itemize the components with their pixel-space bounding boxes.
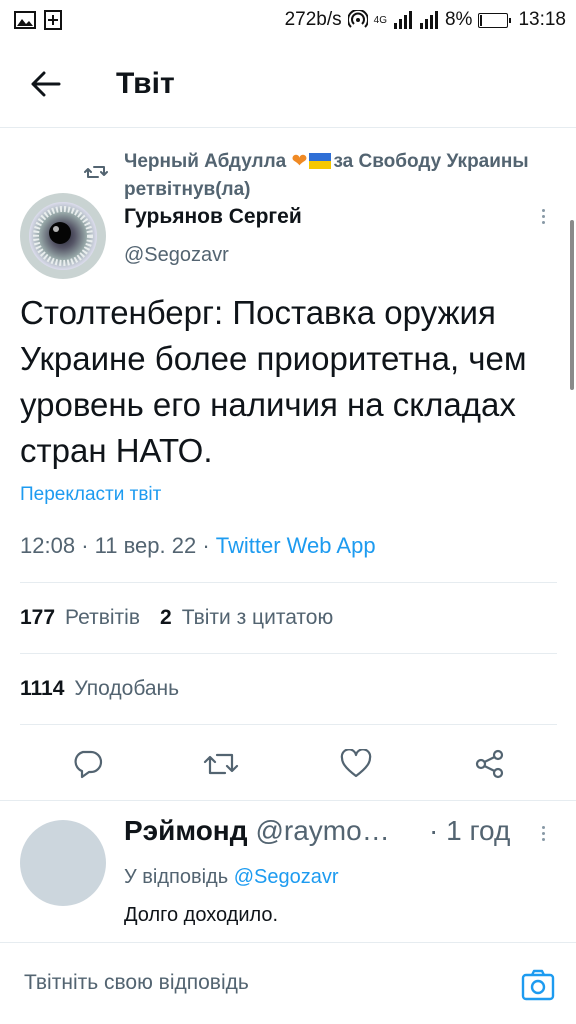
tweet-text: Столтенберг: Поставка оружия Украине бол…: [20, 294, 527, 469]
battery-level: [480, 14, 483, 26]
author-avatar[interactable]: [20, 193, 106, 279]
back-button[interactable]: [22, 60, 70, 108]
reply-to: У відповідь @Segozavr: [124, 866, 338, 889]
divider: [20, 653, 557, 654]
reply-time: · 1 год: [429, 815, 511, 846]
camera-button[interactable]: [520, 967, 556, 1003]
tweet-meta: 12:08 · 11 вер. 22 · Twitter Web App: [20, 533, 376, 559]
reply-to-mention[interactable]: @Segozavr: [234, 866, 339, 888]
tweet-actions: [20, 738, 557, 790]
signal-icon-2: [419, 11, 438, 29]
quotes-label: Твіти з цитатою: [181, 606, 334, 629]
network-type: 4G: [373, 14, 387, 26]
meta-separator: ·: [81, 533, 95, 558]
reply-to-label: У відповідь: [124, 866, 229, 888]
retweet-icon: [204, 753, 239, 775]
retweet-quote-stats: 177 Ретвітів 2 Твіти з цитатою: [20, 606, 333, 630]
reply-input[interactable]: Твітніть свою відповідь: [24, 971, 249, 995]
divider: [20, 582, 557, 583]
status-left: [14, 10, 62, 30]
net-speed: 272b/s: [284, 9, 342, 30]
reply-compose-bar: Твітніть свою відповідь: [0, 942, 576, 1024]
orange-heart-icon: ❤: [291, 151, 308, 172]
retweeted-by: Черный Абдулла ❤ за Свободу Украины ретві…: [84, 148, 564, 204]
retweet-button[interactable]: [196, 739, 246, 789]
retweets-count: 177: [20, 606, 56, 629]
add-notification-icon: [44, 10, 62, 30]
quotes-stat[interactable]: 2 Твіти з цитатою: [160, 606, 333, 630]
reply-text: Долго доходило.: [124, 904, 279, 926]
reply-more-options-icon[interactable]: [538, 826, 548, 841]
reply-icon: [74, 750, 103, 779]
image-notification-icon: [14, 11, 36, 29]
reply-author-name[interactable]: Рэймонд: [124, 815, 247, 847]
clock: 13:18: [518, 9, 566, 30]
likes-count: 1114: [20, 677, 65, 700]
translate-tweet-link[interactable]: Перекласти твіт: [20, 484, 161, 506]
reply-avatar[interactable]: [20, 820, 106, 906]
retweet-text[interactable]: Черный Абдулла ❤ за Свободу Украины ретві…: [124, 148, 529, 204]
likes-stat[interactable]: 1114 Уподобань: [20, 677, 179, 701]
tweet-source-link[interactable]: Twitter Web App: [216, 533, 376, 558]
heart-icon: [340, 749, 371, 778]
status-bar: 272b/s 4G 8% 13:18: [0, 0, 576, 40]
ukraine-flag-icon: [309, 153, 332, 169]
reply-author-handle[interactable]: @raymo…: [255, 815, 389, 847]
retweets-label: Ретвітів: [65, 606, 140, 629]
section-divider: [0, 800, 576, 801]
hotspot-icon: [347, 10, 368, 28]
status-right: 272b/s 4G 8% 13:18: [285, 9, 566, 31]
share-icon: [475, 749, 503, 779]
retweeter-name-suffix: за Свободу Украины: [333, 151, 529, 172]
quotes-count: 2: [160, 606, 172, 629]
more-options-icon[interactable]: [538, 209, 548, 224]
page-title: Твіт: [116, 66, 175, 100]
author-handle[interactable]: @Segozavr: [124, 244, 229, 267]
retweet-icon: [84, 166, 108, 178]
tweet-header: Твіт: [0, 40, 576, 128]
eye-avatar-image: [20, 193, 106, 279]
retweeter-name: Черный Абдулла: [124, 151, 287, 172]
retweet-action: ретвітнув(ла): [124, 179, 251, 200]
likes-stats: 1114 Уподобань: [20, 677, 179, 701]
battery-percent: 8%: [444, 9, 473, 30]
scrollbar[interactable]: [570, 220, 574, 390]
share-button[interactable]: [465, 739, 515, 789]
tweet-date: 11 вер. 22: [94, 533, 197, 558]
arrow-left-icon: [31, 71, 61, 96]
meta-separator: ·: [202, 533, 216, 558]
reply-button[interactable]: [62, 739, 112, 789]
tweet-time: 12:08: [20, 533, 76, 558]
retweets-stat[interactable]: 177 Ретвітів: [20, 606, 140, 630]
reply-header: Рэймонд @raymo… · 1 год: [124, 815, 564, 847]
camera-icon: [521, 969, 555, 1001]
author-name[interactable]: Гурьянов Сергей: [124, 205, 302, 229]
likes-label: Уподобань: [74, 677, 180, 700]
signal-icon: [393, 11, 412, 29]
divider: [20, 724, 557, 725]
like-button[interactable]: [331, 739, 381, 789]
battery-icon: [478, 12, 512, 28]
